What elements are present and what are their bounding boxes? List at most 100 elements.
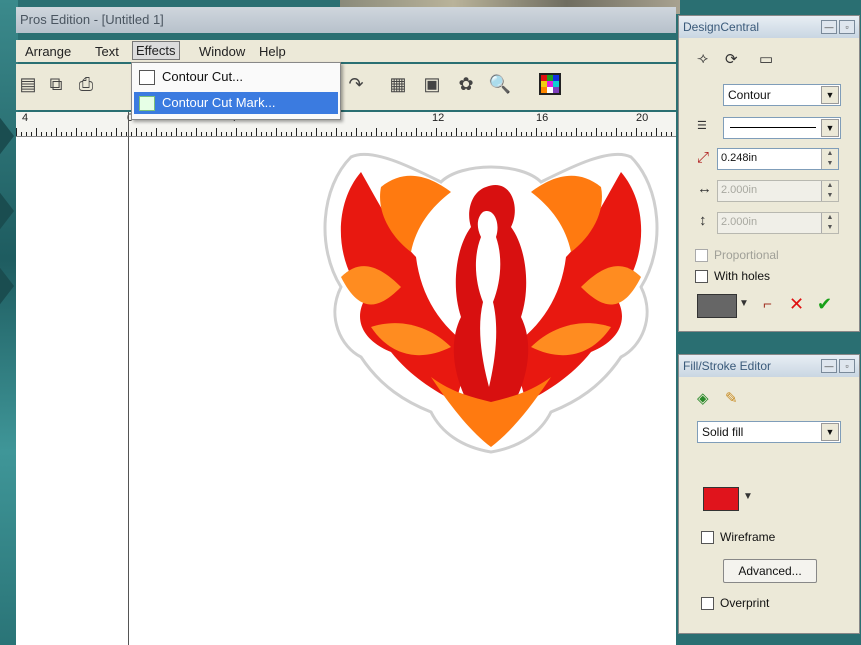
page-guide-line xyxy=(128,112,129,645)
ruler-tick xyxy=(161,132,162,136)
ruler-tick xyxy=(181,132,182,136)
ruler-tick xyxy=(596,128,597,136)
menu-help[interactable]: Help xyxy=(256,43,289,60)
redo-icon[interactable]: ↷ xyxy=(344,72,368,96)
ruler-tick xyxy=(206,132,207,136)
ruler-tick xyxy=(146,132,147,136)
offset-field[interactable]: 0.248in ▲ ▼ xyxy=(717,148,839,170)
chevron-down-icon: ▼ xyxy=(821,86,839,104)
ruler-tick xyxy=(151,132,152,136)
apply-icon[interactable]: ✔ xyxy=(817,294,832,315)
ruler-tick xyxy=(576,128,577,136)
menu-item-contour-cut-mark[interactable]: Contour Cut Mark... xyxy=(134,92,338,114)
design-canvas[interactable] xyxy=(16,137,676,645)
ruler-tick xyxy=(406,132,407,136)
print-icon[interactable]: ⎙ xyxy=(74,72,98,96)
ruler-tick xyxy=(496,128,497,136)
ruler-tick xyxy=(221,132,222,136)
ruler-tick xyxy=(561,132,562,136)
ruler-tick xyxy=(126,132,127,136)
ruler-tick xyxy=(46,132,47,136)
ruler-tick xyxy=(426,132,427,136)
copy-icon[interactable]: ▤ xyxy=(16,72,40,96)
ruler-tick xyxy=(476,128,477,136)
chevron-down-icon[interactable]: ▼ xyxy=(743,491,753,502)
minimize-button[interactable]: — xyxy=(821,359,837,373)
zoom-icon[interactable]: 🔍 xyxy=(488,72,512,96)
ruler-tick xyxy=(91,132,92,136)
ruler-tick xyxy=(251,132,252,136)
line-style-select[interactable]: ▼ xyxy=(723,117,841,139)
ruler-tick xyxy=(36,128,37,136)
ruler-tick xyxy=(396,128,397,136)
restore-button[interactable]: ▫ xyxy=(839,20,855,34)
fill-stroke-editor-panel: Fill/Stroke Editor — ▫ ◈ ✎ Solid fill ▼ … xyxy=(678,354,860,634)
minimize-button[interactable]: — xyxy=(821,20,837,34)
advanced-button[interactable]: Advanced... xyxy=(723,559,817,583)
ruler-tick xyxy=(646,132,647,136)
design-central-panel: DesignCentral — ▫ ⟢ ⟳ ▭ Contour ▼ ☰ ▼ ⤢ … xyxy=(678,15,860,332)
ruler-tick xyxy=(451,132,452,136)
menu-arrange[interactable]: Arrange xyxy=(22,43,74,60)
restore-button[interactable]: ▫ xyxy=(839,359,855,373)
contour-mode-select[interactable]: Contour ▼ xyxy=(723,84,841,106)
ruler-tick xyxy=(431,132,432,136)
corner-style-icon[interactable]: ⌐ xyxy=(763,296,772,313)
menu-item-label: Contour Cut Mark... xyxy=(162,95,276,110)
page-icon[interactable]: ▭ xyxy=(759,50,773,68)
menu-window[interactable]: Window xyxy=(196,43,248,60)
ruler-tick xyxy=(546,132,547,136)
ruler-tick xyxy=(351,132,352,136)
ruler-tick xyxy=(271,132,272,136)
ruler-tick xyxy=(501,132,502,136)
phoenix-artwork[interactable] xyxy=(16,137,676,645)
color-grid-icon xyxy=(539,73,561,95)
spin-button[interactable]: ▲ ▼ xyxy=(821,213,838,233)
menu-effects[interactable]: Effects xyxy=(132,41,180,60)
ruler-tick xyxy=(371,132,372,136)
ruler-tick xyxy=(201,132,202,136)
fill-type-select[interactable]: Solid fill ▼ xyxy=(697,421,841,443)
height-field[interactable]: 2.000in ▲ ▼ xyxy=(717,212,839,234)
ruler-tick xyxy=(266,132,267,136)
ruler-tick xyxy=(536,128,537,136)
with-holes-checkbox[interactable]: With holes xyxy=(695,269,770,283)
ruler-tick xyxy=(521,132,522,136)
pen-icon[interactable]: ✎ xyxy=(725,389,738,407)
ruler-tick xyxy=(566,132,567,136)
palette-icon[interactable]: ✿ xyxy=(454,72,478,96)
ruler-tick xyxy=(651,132,652,136)
ruler-tick xyxy=(461,132,462,136)
fill-type-value: Solid fill xyxy=(702,425,744,439)
node-icon[interactable]: ⟢ xyxy=(697,50,708,67)
fill-stroke-titlebar: Fill/Stroke Editor — ▫ xyxy=(679,355,859,377)
ruler-tick xyxy=(276,128,277,136)
fill-color-swatch[interactable] xyxy=(703,487,739,511)
ruler-tick xyxy=(486,132,487,136)
ruler-tick xyxy=(551,132,552,136)
color-grid-icon[interactable] xyxy=(538,72,562,96)
ruler-tick xyxy=(526,132,527,136)
spin-button[interactable]: ▲ ▼ xyxy=(821,181,838,201)
contour-color-swatch[interactable] xyxy=(697,294,737,318)
overprint-checkbox[interactable]: Overprint xyxy=(701,596,769,610)
spin-button[interactable]: ▲ ▼ xyxy=(821,149,838,169)
with-holes-label: With holes xyxy=(714,269,771,283)
ruler-tick xyxy=(61,132,62,136)
proportional-checkbox[interactable]: Proportional xyxy=(695,248,779,262)
page-icon[interactable]: ▣ xyxy=(420,72,444,96)
wireframe-checkbox[interactable]: Wireframe xyxy=(701,530,775,544)
ruler-tick xyxy=(606,132,607,136)
copy-icon[interactable]: ⧉ xyxy=(44,72,68,96)
cancel-icon[interactable]: ✕ xyxy=(789,294,804,315)
width-field[interactable]: 2.000in ▲ ▼ xyxy=(717,180,839,202)
menu-item-contour-cut[interactable]: Contour Cut... xyxy=(134,66,338,88)
ruler-icon[interactable]: ▦ xyxy=(386,72,410,96)
chevron-down-icon[interactable]: ▼ xyxy=(739,298,749,309)
ruler-tick xyxy=(391,132,392,136)
rotate-icon[interactable]: ⟳ xyxy=(725,50,738,68)
horizontal-ruler: 4 0 4 12 16 20 xyxy=(16,112,676,137)
ruler-tick xyxy=(136,128,137,136)
bucket-icon[interactable]: ◈ xyxy=(697,389,709,407)
menu-text[interactable]: Text xyxy=(92,43,122,60)
